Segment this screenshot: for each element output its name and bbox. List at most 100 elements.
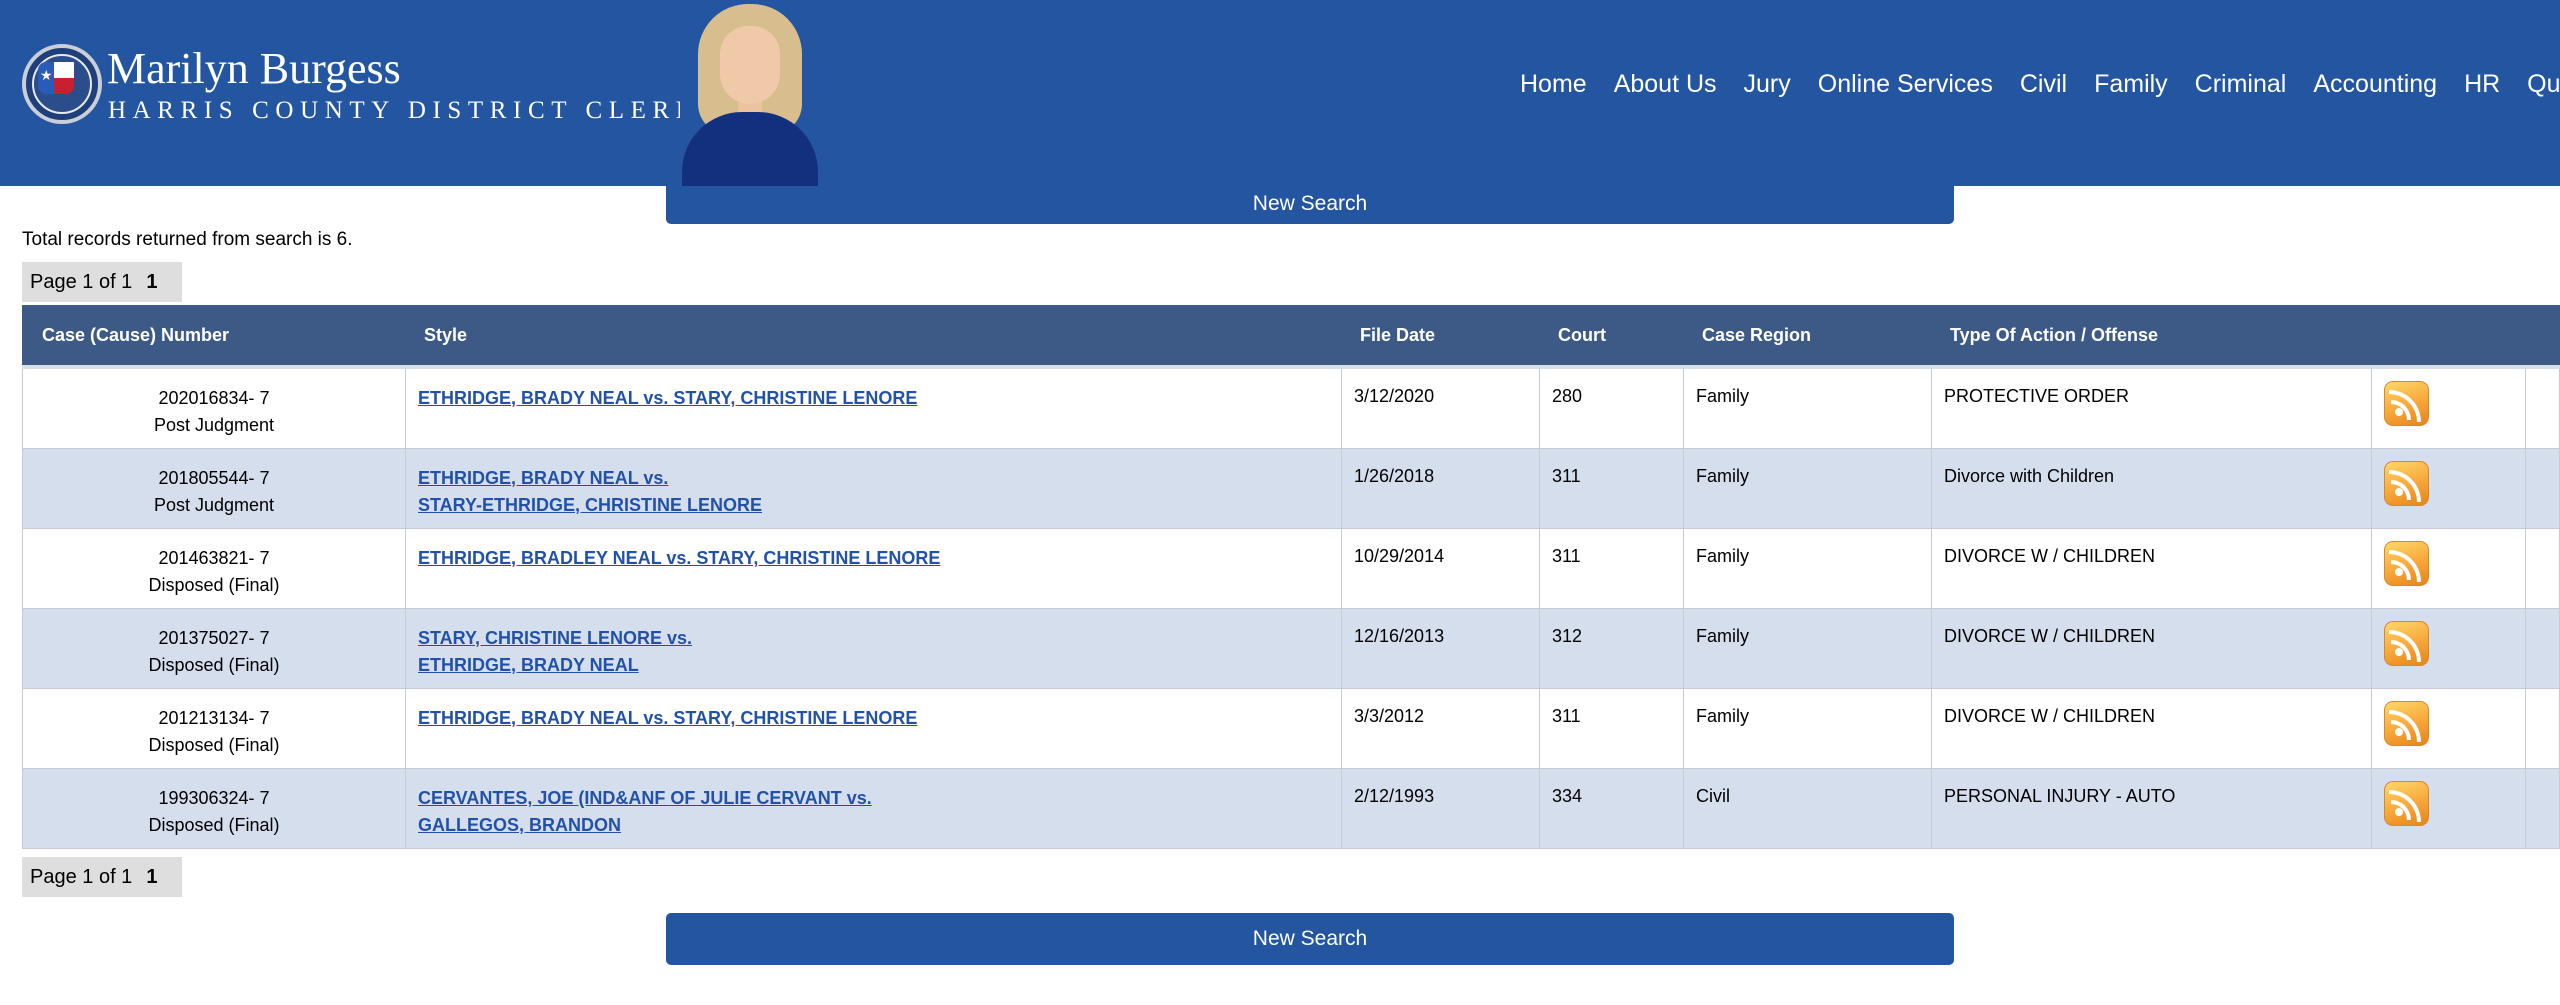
type-of-action: PERSONAL INJURY - AUTO [1932,769,2372,849]
nav-accounting[interactable]: Accounting [2313,68,2437,100]
row-end-cell [2526,449,2560,529]
table-row: 201213134- 7 Disposed (Final) ETHRIDGE, B… [22,689,2560,769]
row-end-cell [2526,689,2560,769]
nav-family[interactable]: Family [2094,68,2168,100]
col-court: Court [1558,324,1606,345]
table-row: 199306324- 7 Disposed (Final) CERVANTES, … [22,769,2560,849]
case-number: 201375027- 7 [158,628,270,648]
table-row: 201805544- 7 Post Judgment ETHRIDGE, BRAD… [22,449,2560,529]
rss-feed-icon[interactable] [2384,461,2429,506]
case-number: 199306324- 7 [158,788,270,808]
case-status: Post Judgment [153,495,275,515]
clerk-name[interactable]: Marilyn Burgess [107,44,401,94]
case-number: 201213134- 7 [158,708,270,728]
case-style-link[interactable]: CERVANTES, JOE (IND&ANF OF JULIE CERVANT… [418,788,872,808]
new-search-button-bottom[interactable]: New Search [666,913,1954,965]
nav-civil[interactable]: Civil [2020,68,2067,100]
nav-jury[interactable]: Jury [1744,68,1791,100]
col-file-date: File Date [1360,324,1436,345]
nav-about-us[interactable]: About Us [1614,68,1717,100]
pager-text: Page 1 of 1 [30,271,133,293]
case-number-cell: 202016834- 7 Post Judgment [22,369,406,449]
main-nav: Home About Us Jury Online Services Civil… [1520,68,2560,100]
rss-cell [2372,769,2526,849]
case-style-link[interactable]: ETHRIDGE, BRADLEY NEAL vs. STARY, CHRIST… [418,548,940,568]
rss-feed-icon[interactable] [2384,621,2429,666]
case-style-link[interactable]: ETHRIDGE, BRADY NEAL vs. STARY, CHRISTIN… [418,388,917,408]
nav-online-services[interactable]: Online Services [1818,68,1993,100]
type-of-action: Divorce with Children [1932,449,2372,529]
case-status: Disposed (Final) [148,815,280,835]
row-end-cell [2526,609,2560,689]
case-style-link-line2[interactable]: ETHRIDGE, BRADY NEAL [418,655,639,675]
case-number-cell: 201463821- 7 Disposed (Final) [22,529,406,609]
pager-text: Page 1 of 1 [30,866,133,888]
total-records-text: Total records returned from search is 6. [22,229,353,250]
table-row: 201463821- 7 Disposed (Final) ETHRIDGE, B… [22,529,2560,609]
rss-cell [2372,609,2526,689]
case-status: Post Judgment [153,415,275,435]
type-of-action: DIVORCE W / CHILDREN [1932,609,2372,689]
type-of-action: DIVORCE W / CHILDREN [1932,689,2372,769]
case-status: Disposed (Final) [148,575,280,595]
table-header: Case (Cause) Number Style File Date Cour… [22,305,2560,369]
pager-top: Page 1 of 1 1 [22,262,182,302]
rss-cell [2372,529,2526,609]
style-cell: ETHRIDGE, BRADY NEAL vs. STARY, CHRISTIN… [406,369,1342,449]
pager-bottom: Page 1 of 1 1 [22,857,182,897]
pager-page-link[interactable]: 1 [146,271,157,293]
results-table: Case (Cause) Number Style File Date Cour… [22,305,2560,849]
nav-hr[interactable]: HR [2464,68,2500,100]
table-row: 202016834- 7 Post Judgment ETHRIDGE, BRAD… [22,369,2560,449]
case-style-link[interactable]: STARY, CHRISTINE LENORE vs. [418,628,692,648]
case-region: Civil [1684,769,1932,849]
file-date: 10/29/2014 [1342,529,1540,609]
rss-cell [2372,369,2526,449]
rss-feed-icon[interactable] [2384,701,2429,746]
file-date: 1/26/2018 [1342,449,1540,529]
nav-criminal[interactable]: Criminal [2195,68,2287,100]
style-cell: CERVANTES, JOE (IND&ANF OF JULIE CERVANT… [406,769,1342,849]
case-style-link[interactable]: ETHRIDGE, BRADY NEAL vs. [418,468,668,488]
nav-home[interactable]: Home [1520,68,1587,100]
harris-county-seal-icon[interactable]: ★ [22,44,102,124]
rss-feed-icon[interactable] [2384,381,2429,426]
case-number: 202016834- 7 [158,388,270,408]
rss-feed-icon[interactable] [2384,781,2429,826]
pager-page-link[interactable]: 1 [146,866,157,888]
case-number-cell: 201213134- 7 Disposed (Final) [22,689,406,769]
file-date: 3/12/2020 [1342,369,1540,449]
rss-feed-icon[interactable] [2384,541,2429,586]
nav-quick-links[interactable]: Quick Lin [2527,68,2560,100]
col-type-of-action: Type Of Action / Offense [1950,324,2159,345]
new-search-button-top[interactable]: New Search [666,186,1954,224]
clerk-title[interactable]: HARRIS COUNTY DISTRICT CLERK [108,96,700,126]
case-region: Family [1684,369,1932,449]
type-of-action: PROTECTIVE ORDER [1932,369,2372,449]
col-style: Style [424,324,468,345]
style-cell: ETHRIDGE, BRADLEY NEAL vs. STARY, CHRIST… [406,529,1342,609]
table-row: 201375027- 7 Disposed (Final) STARY, CHRI… [22,609,2560,689]
case-status: Disposed (Final) [148,735,280,755]
case-region: Family [1684,689,1932,769]
court: 334 [1540,769,1684,849]
court: 311 [1540,449,1684,529]
file-date: 3/3/2012 [1342,689,1540,769]
case-style-link[interactable]: ETHRIDGE, BRADY NEAL vs. STARY, CHRISTIN… [418,708,917,728]
type-of-action: DIVORCE W / CHILDREN [1932,529,2372,609]
case-region: Family [1684,449,1932,529]
court: 311 [1540,529,1684,609]
case-number-cell: 201805544- 7 Post Judgment [22,449,406,529]
case-style-link-line2[interactable]: STARY-ETHRIDGE, CHRISTINE LENORE [418,495,762,515]
court: 280 [1540,369,1684,449]
row-end-cell [2526,529,2560,609]
case-style-link-line2[interactable]: GALLEGOS, BRANDON [418,815,621,835]
case-number: 201805544- 7 [158,468,270,488]
court: 311 [1540,689,1684,769]
row-end-cell [2526,369,2560,449]
case-region: Family [1684,529,1932,609]
row-end-cell [2526,769,2560,849]
file-date: 2/12/1993 [1342,769,1540,849]
col-case-number: Case (Cause) Number [42,324,230,345]
style-cell: ETHRIDGE, BRADY NEAL vs. STARY-ETHRIDGE, … [406,449,1342,529]
